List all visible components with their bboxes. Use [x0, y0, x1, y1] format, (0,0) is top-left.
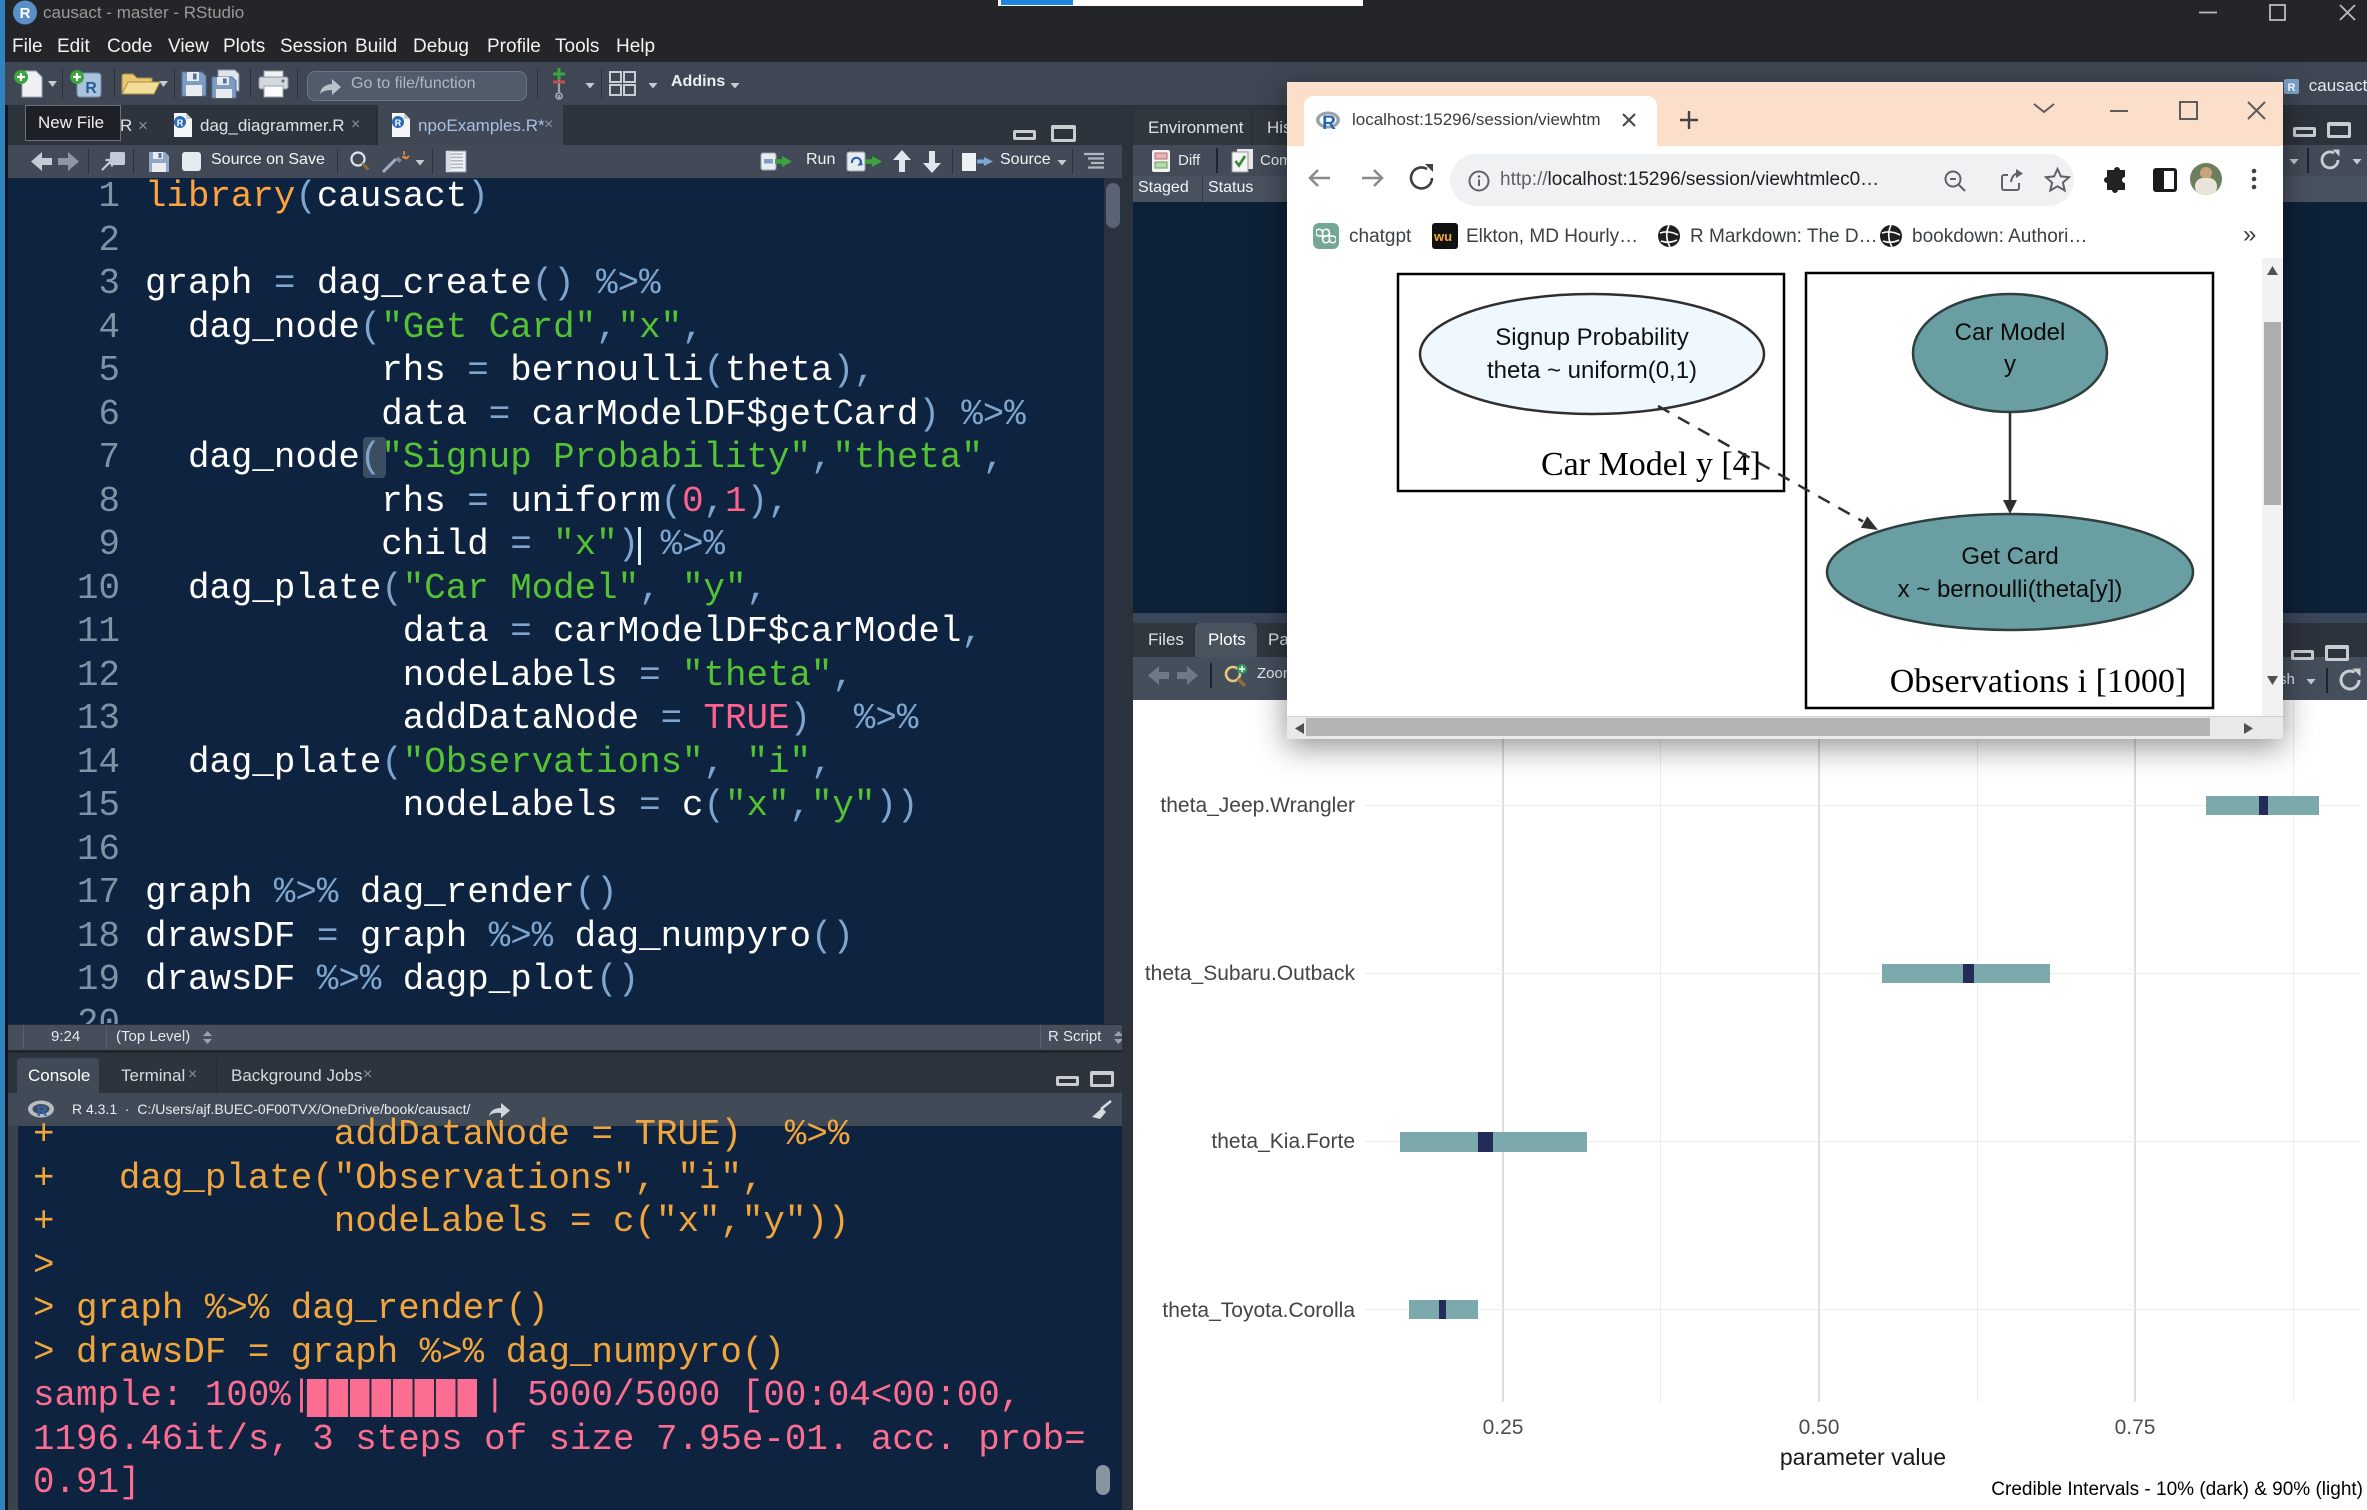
svg-text:R: R: [85, 80, 97, 97]
svg-text:R: R: [2288, 82, 2296, 94]
svg-text:R: R: [1322, 113, 1336, 134]
svg-text:Car Model: Car Model: [1955, 319, 2066, 346]
svg-text:R: R: [20, 5, 31, 22]
svg-text:R: R: [395, 118, 402, 128]
svg-text:R: R: [177, 118, 184, 128]
svg-text:theta ~ uniform(0,1): theta ~ uniform(0,1): [1487, 357, 1697, 384]
svg-text:x ~ bernoulli(theta[y]): x ~ bernoulli(theta[y]): [1898, 576, 2123, 603]
svg-text:y: y: [2004, 351, 2016, 378]
svg-text:Signup Probability: Signup Probability: [1495, 324, 1688, 351]
svg-text:Car Model y [4]: Car Model y [4]: [1541, 446, 1761, 483]
svg-text:Get Card: Get Card: [1961, 543, 2058, 570]
svg-text:Observations i [1000]: Observations i [1000]: [1890, 663, 2187, 700]
